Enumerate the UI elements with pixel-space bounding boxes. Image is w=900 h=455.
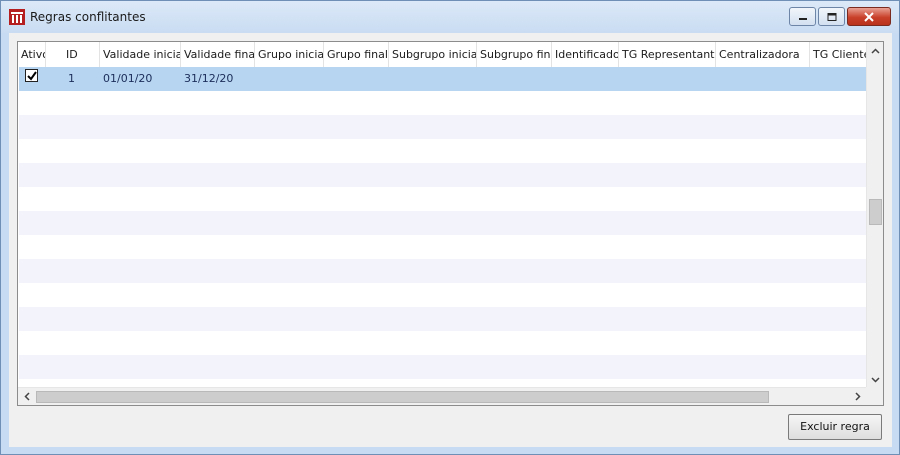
scroll-down-button[interactable]	[867, 371, 883, 388]
table-row	[19, 307, 866, 331]
maximize-button[interactable]	[818, 7, 845, 26]
chevron-left-icon	[23, 392, 30, 401]
grid-rows: 1 01/01/20 31/12/20	[19, 67, 866, 403]
table-row	[19, 283, 866, 307]
app-logo-icon	[9, 9, 25, 25]
horizontal-scroll-thumb[interactable]	[36, 391, 769, 403]
vertical-scroll-thumb[interactable]	[869, 199, 882, 225]
column-header-grupo-final[interactable]: Grupo final	[324, 42, 389, 67]
cell-validade-inicial: 01/01/20	[103, 72, 153, 85]
chevron-right-icon	[854, 392, 861, 401]
maximize-icon	[827, 12, 836, 21]
close-button[interactable]	[847, 7, 891, 26]
rules-grid[interactable]: Ativo ID Validade inicial Validade final…	[17, 41, 884, 406]
table-row	[19, 115, 866, 139]
cell-validade-final: 31/12/20	[184, 72, 234, 85]
column-header-subgrupo-inicial[interactable]: Subgrupo inicial	[389, 42, 477, 67]
dialog-window: Regras conflitantes Ativo ID Validade in…	[0, 0, 900, 455]
table-row	[19, 259, 866, 283]
table-row	[19, 355, 866, 379]
scroll-right-button[interactable]	[849, 388, 866, 405]
column-header-subgrupo-final[interactable]: Subgrupo final	[477, 42, 552, 67]
scrollbar-corner	[866, 387, 883, 405]
table-row[interactable]: 1 01/01/20 31/12/20	[19, 67, 866, 91]
caption-buttons	[787, 7, 891, 27]
horizontal-scrollbar[interactable]	[18, 387, 866, 405]
scroll-left-button[interactable]	[18, 388, 35, 405]
column-header-tg-representante[interactable]: TG Representante	[619, 42, 716, 67]
column-header-grupo-inicial[interactable]: Grupo inicial	[255, 42, 324, 67]
column-header-identificador[interactable]: Identificador	[552, 42, 619, 67]
column-header-centralizadora[interactable]: Centralizadora	[716, 42, 810, 67]
minimize-icon	[798, 17, 807, 20]
column-header-ativo[interactable]: Ativo	[18, 42, 46, 67]
close-icon	[864, 11, 874, 22]
chevron-up-icon	[871, 47, 880, 54]
column-header-tg-cliente[interactable]: TG Cliente	[810, 42, 866, 67]
column-header-validade-final[interactable]: Validade final	[181, 42, 255, 67]
checkmark-icon	[27, 71, 37, 81]
column-header-id[interactable]: ID	[46, 42, 100, 67]
column-header-validade-inicial[interactable]: Validade inicial	[100, 42, 181, 67]
cell-ativo[interactable]	[19, 67, 46, 91]
title-bar[interactable]: Regras conflitantes	[1, 1, 899, 33]
ativo-checkbox[interactable]	[25, 69, 38, 82]
table-row	[19, 211, 866, 235]
table-row	[19, 91, 866, 115]
table-row	[19, 163, 866, 187]
cell-id: 1	[68, 72, 75, 85]
minimize-button[interactable]	[789, 7, 816, 26]
excluir-regra-button[interactable]: Excluir regra	[788, 414, 882, 440]
table-row	[19, 331, 866, 355]
table-row	[19, 187, 866, 211]
dialog-body: Ativo ID Validade inicial Validade final…	[9, 33, 892, 447]
vertical-scrollbar[interactable]	[866, 42, 883, 388]
scroll-up-button[interactable]	[867, 42, 883, 59]
window-title: Regras conflitantes	[30, 10, 146, 24]
grid-header: Ativo ID Validade inicial Validade final…	[18, 42, 866, 67]
table-row	[19, 139, 866, 163]
table-row	[19, 235, 866, 259]
chevron-down-icon	[871, 376, 880, 383]
